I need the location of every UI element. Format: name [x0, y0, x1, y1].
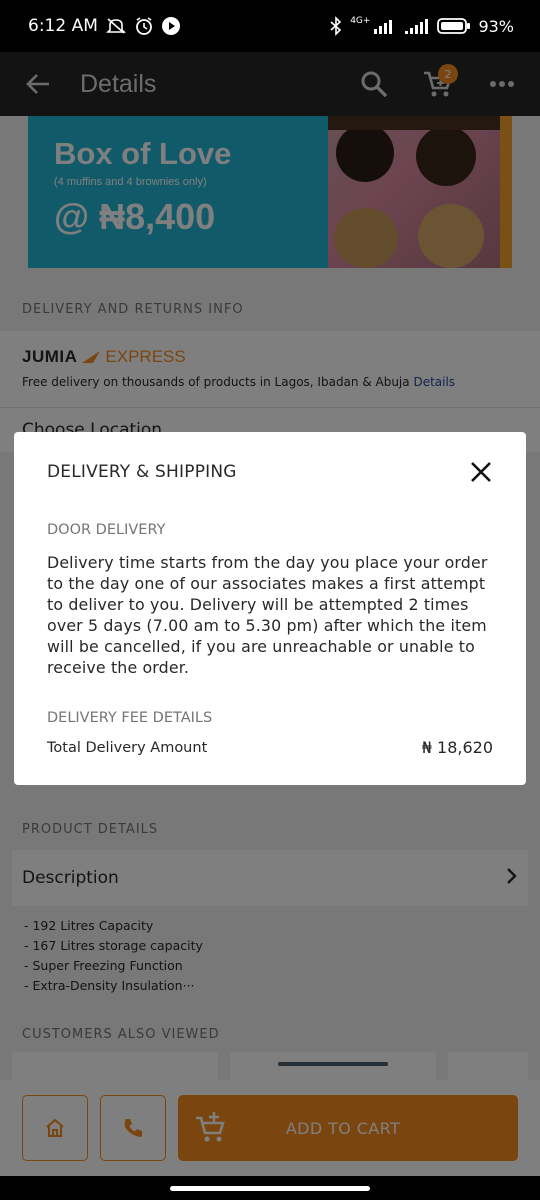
bluetooth-icon: [329, 16, 343, 36]
system-nav-bar: [0, 1176, 540, 1200]
battery-icon: [437, 17, 471, 35]
delivery-fee-label: DELIVERY FEE DETAILS: [47, 710, 213, 726]
alarm-icon: [134, 16, 154, 36]
door-delivery-label: DOOR DELIVERY: [47, 522, 166, 538]
play-store-icon: [161, 17, 180, 35]
total-delivery-row: Total Delivery Amount ₦ 18,620: [47, 738, 493, 757]
network-type: 4G+: [350, 16, 371, 26]
status-time: 6:12 AM: [28, 16, 98, 36]
door-delivery-text: Delivery time starts from the day you pl…: [47, 553, 488, 677]
close-icon: [471, 462, 491, 482]
battery-percent: 93%: [478, 16, 514, 36]
dialog-title: DELIVERY & SHIPPING: [47, 462, 237, 482]
total-delivery-label: Total Delivery Amount: [47, 739, 208, 756]
status-bar: 6:12 AM 4G+ 93%: [0, 0, 540, 52]
signal-icon-2: [404, 18, 430, 34]
home-gesture-handle[interactable]: [170, 1186, 370, 1191]
dnd-icon: [105, 17, 126, 35]
signal-icon: [373, 18, 397, 34]
total-delivery-amount: ₦ 18,620: [421, 738, 493, 757]
close-button[interactable]: [465, 456, 497, 488]
delivery-shipping-dialog: DELIVERY & SHIPPING DOOR DELIVERY Delive…: [14, 432, 526, 785]
